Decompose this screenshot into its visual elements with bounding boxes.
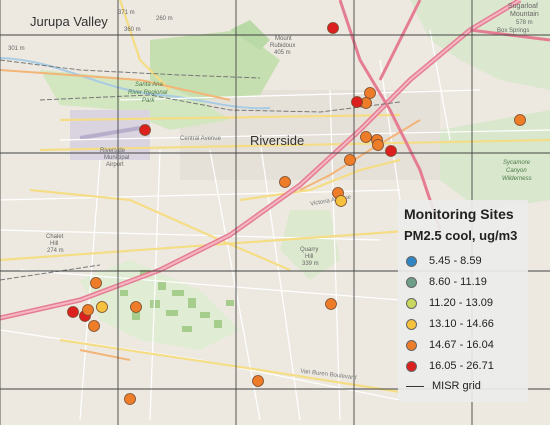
monitoring-site[interactable] — [514, 114, 526, 126]
legend-item: 11.20 - 13.09 — [406, 294, 493, 312]
monitoring-site[interactable] — [90, 277, 102, 289]
legend-label: 11.20 - 13.09 — [429, 297, 494, 309]
legend-item: 13.10 - 14.66 — [406, 315, 494, 333]
legend-label: 5.45 - 8.59 — [429, 255, 482, 267]
legend-item: 14.67 - 16.04 — [406, 336, 494, 354]
legend-label: 14.67 - 16.04 — [429, 339, 494, 351]
monitoring-site[interactable] — [364, 87, 376, 99]
legend-grid-line — [406, 385, 424, 387]
map[interactable]: Jurupa Valley Riverside Santa Ana River … — [0, 0, 550, 425]
legend-swatch — [406, 255, 417, 267]
monitoring-site[interactable] — [252, 375, 264, 387]
legend-title: Monitoring Sites — [404, 206, 514, 222]
legend-subtitle: PM2.5 cool, ug/m3 — [404, 228, 518, 243]
legend-label: 13.10 - 14.66 — [429, 318, 494, 330]
monitoring-site[interactable] — [385, 145, 397, 157]
monitoring-site[interactable] — [325, 298, 337, 310]
legend-swatch — [406, 360, 417, 372]
legend-label: 16.05 - 26.71 — [429, 360, 494, 372]
monitoring-site[interactable] — [67, 306, 79, 318]
legend-grid-label: MISR grid — [432, 380, 481, 392]
legend-swatch — [406, 297, 417, 309]
legend-swatch — [406, 318, 417, 330]
monitoring-site[interactable] — [88, 320, 100, 332]
monitoring-site[interactable] — [372, 139, 384, 151]
monitoring-site[interactable] — [351, 96, 363, 108]
legend-label: 8.60 - 11.19 — [429, 276, 487, 288]
monitoring-site[interactable] — [96, 301, 108, 313]
legend-grid-item: MISR grid — [406, 380, 481, 392]
monitoring-site[interactable] — [279, 176, 291, 188]
legend-item: 8.60 - 11.19 — [406, 273, 487, 291]
monitoring-site[interactable] — [82, 304, 94, 316]
legend-item: 16.05 - 26.71 — [406, 357, 494, 375]
legend: Monitoring Sites PM2.5 cool, ug/m3 5.45 … — [398, 200, 528, 402]
monitoring-site[interactable] — [327, 22, 339, 34]
monitoring-site[interactable] — [335, 195, 347, 207]
monitoring-site[interactable] — [124, 393, 136, 405]
monitoring-site[interactable] — [344, 154, 356, 166]
monitoring-site[interactable] — [130, 301, 142, 313]
legend-swatch — [406, 276, 417, 288]
legend-swatch — [406, 339, 417, 351]
monitoring-site[interactable] — [139, 124, 151, 136]
legend-item: 5.45 - 8.59 — [406, 252, 482, 270]
monitoring-site[interactable] — [360, 131, 372, 143]
